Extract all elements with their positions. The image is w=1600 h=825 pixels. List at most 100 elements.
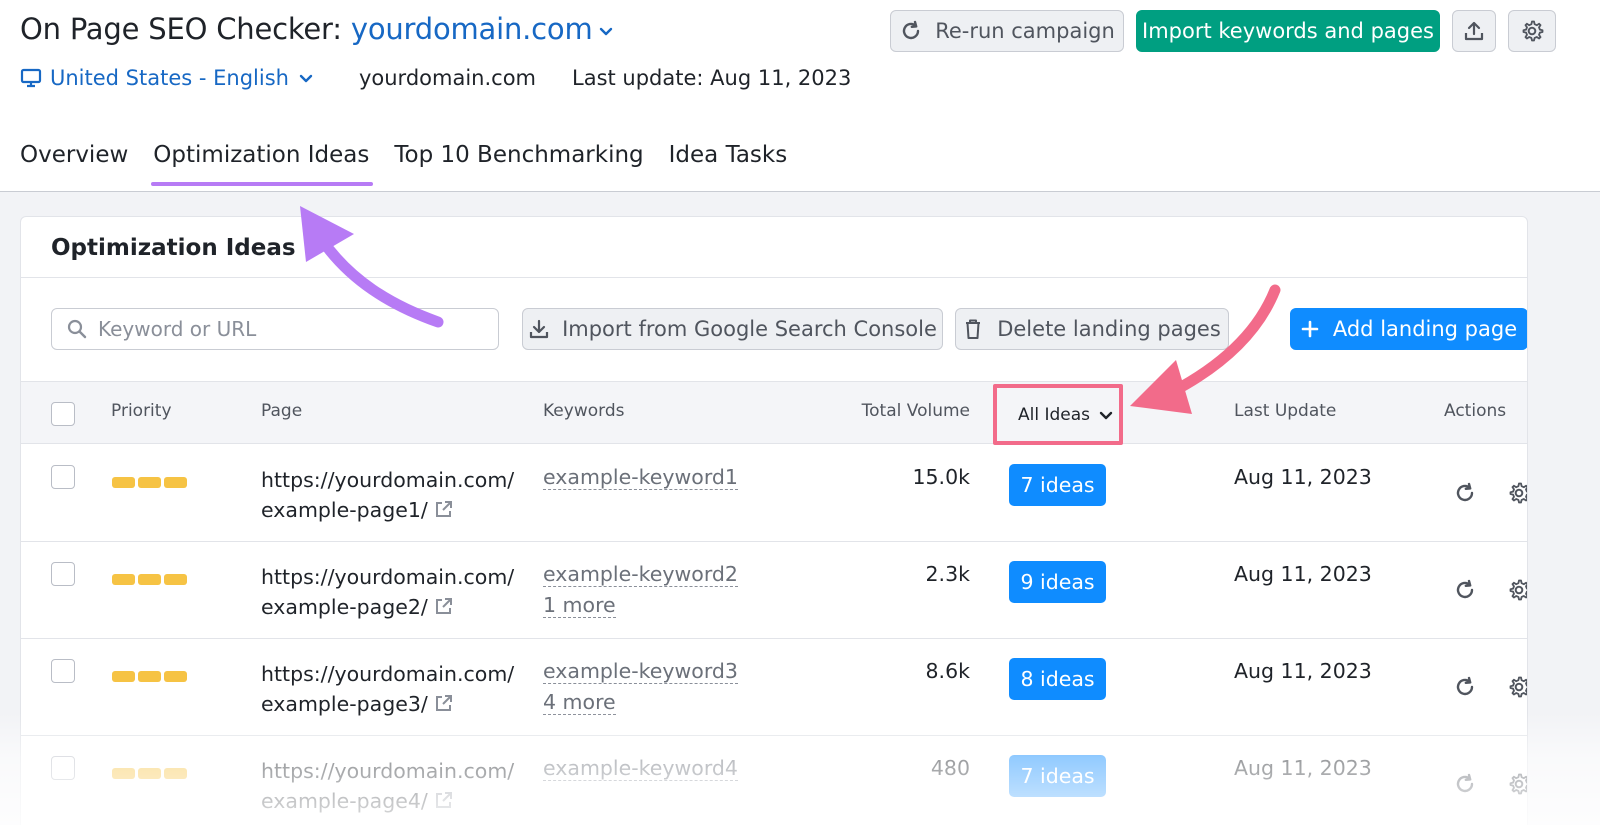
gear-icon [1509,579,1527,601]
external-link-icon[interactable] [434,596,454,616]
ideas-badge[interactable]: 9 ideas [1009,561,1106,603]
keyword-link[interactable]: example-keyword4 [543,756,738,781]
page-url[interactable]: https://yourdomain.com/ example-page3/ [261,659,514,719]
rerun-campaign-label: Re-run campaign [935,19,1115,43]
chevron-down-icon [1099,411,1113,420]
tab-optimization-ideas[interactable]: Optimization Ideas [151,142,374,186]
delete-landing-pages-label: Delete landing pages [997,317,1221,341]
domain-selector[interactable]: yourdomain.com [351,12,615,46]
refresh-row-button[interactable] [1451,770,1479,798]
table-row: https://yourdomain.com/ example-page2/ e… [21,542,1527,639]
page-url-line2: example-page2/ [261,595,428,619]
page-url-line1: https://yourdomain.com/ [261,662,515,686]
chevron-down-icon [299,74,313,83]
row-settings-button[interactable] [1505,673,1527,701]
ideas-filter-dropdown[interactable]: All Ideas [1008,391,1124,439]
tab-idea-tasks[interactable]: Idea Tasks [669,142,788,186]
page-url[interactable]: https://yourdomain.com/ example-page2/ [261,562,514,622]
refresh-icon [1456,579,1474,599]
last-update-date: Aug 11, 2023 [1234,659,1372,683]
page-title-prefix: On Page SEO Checker: [20,12,342,46]
refresh-icon [1456,676,1474,696]
row-checkbox[interactable] [51,465,75,489]
refresh-icon [1456,482,1474,502]
select-all-checkbox[interactable] [51,402,75,426]
page-url[interactable]: https://yourdomain.com/ example-page4/ [261,756,514,816]
add-landing-page-label: Add landing page [1332,317,1518,341]
row-checkbox[interactable] [51,756,75,780]
row-settings-button[interactable] [1505,576,1527,604]
import-keywords-button[interactable]: Import keywords and pages [1136,10,1440,52]
last-update-date: Aug 11, 2023 [1234,562,1372,586]
last-update-date: Aug 11, 2023 [1234,465,1372,489]
total-volume: 480 [930,756,970,780]
download-icon [529,319,549,339]
import-gsc-button[interactable]: Import from Google Search Console [522,308,943,350]
plus-icon [1301,320,1319,338]
total-volume: 2.3k [925,562,970,586]
keyword-link[interactable]: example-keyword1 [543,465,738,490]
more-keywords-link[interactable]: 1 more [543,593,616,618]
tab-top-10-benchmarking[interactable]: Top 10 Benchmarking [394,142,643,186]
optimization-ideas-card: Optimization Ideas Import from Google Se… [20,216,1528,825]
refresh-row-button[interactable] [1451,576,1479,604]
priority-indicator [112,671,190,682]
refresh-row-button[interactable] [1451,479,1479,507]
table-row: https://yourdomain.com/ example-page4/ e… [21,736,1527,825]
page-url-line1: https://yourdomain.com/ [261,565,515,589]
import-keywords-label: Import keywords and pages [1142,19,1434,43]
refresh-row-button[interactable] [1451,673,1479,701]
page-url-line1: https://yourdomain.com/ [261,468,515,492]
external-link-icon[interactable] [434,693,454,713]
header-last-update[interactable]: Last Update [1234,401,1336,421]
priority-indicator [112,574,190,585]
location-selector[interactable]: United States - English [20,66,323,90]
search-field[interactable] [51,308,499,350]
row-checkbox[interactable] [51,659,75,683]
external-link-icon[interactable] [434,790,454,810]
table-header: Priority Page Keywords Total Volume Last… [21,381,1527,444]
more-keywords-link[interactable]: 4 more [543,690,616,715]
row-checkbox[interactable] [51,562,75,586]
priority-indicator [112,768,190,779]
page-url[interactable]: https://yourdomain.com/ example-page1/ [261,465,514,525]
upload-icon [1464,21,1484,41]
import-gsc-label: Import from Google Search Console [562,317,937,341]
keywords-cell: example-keyword2 1 more [543,562,738,624]
settings-button[interactable] [1508,10,1556,52]
ideas-badge[interactable]: 7 ideas [1009,464,1106,506]
row-settings-button[interactable] [1505,770,1527,798]
keyword-link[interactable]: example-keyword2 [543,562,738,587]
export-button[interactable] [1452,10,1496,52]
add-landing-page-button[interactable]: Add landing page [1290,308,1527,350]
project-subline: United States - English yourdomain.com L… [20,66,851,90]
header-total-volume[interactable]: Total Volume [862,401,970,421]
trash-icon [966,319,981,339]
delete-landing-pages-button[interactable]: Delete landing pages [955,308,1229,350]
ideas-filter-label: All Ideas [1018,405,1091,425]
gear-icon [1522,20,1544,42]
keywords-cell: example-keyword4 [543,756,738,787]
refresh-icon [903,20,920,40]
domain-label: yourdomain.com [350,12,593,46]
keywords-cell: example-keyword1 [543,465,738,496]
gear-icon [1509,773,1527,795]
header-keywords[interactable]: Keywords [543,401,624,421]
ideas-badge[interactable]: 8 ideas [1009,658,1106,700]
ideas-badge[interactable]: 7 ideas [1009,755,1106,797]
header-priority[interactable]: Priority [111,401,172,421]
keywords-cell: example-keyword3 4 more [543,659,738,721]
page-url-line1: https://yourdomain.com/ [261,759,515,783]
search-icon [67,319,87,339]
keyword-link[interactable]: example-keyword3 [543,659,738,684]
total-volume: 15.0k [912,465,970,489]
tab-overview[interactable]: Overview [20,142,128,186]
search-input[interactable] [98,317,478,341]
table-row: https://yourdomain.com/ example-page1/ e… [21,445,1527,542]
refresh-icon [1456,773,1474,793]
row-settings-button[interactable] [1505,479,1527,507]
rerun-campaign-button[interactable]: Re-run campaign [890,10,1124,52]
header-page[interactable]: Page [261,401,302,421]
tab-bar: Overview Optimization Ideas Top 10 Bench… [20,142,812,186]
external-link-icon[interactable] [434,499,454,519]
